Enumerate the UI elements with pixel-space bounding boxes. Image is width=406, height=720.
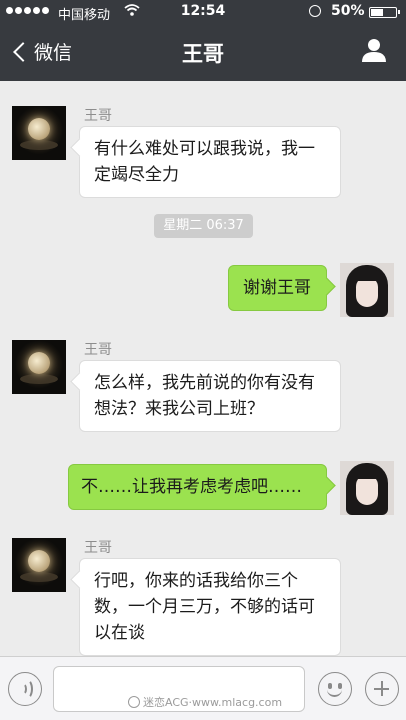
profile-icon[interactable]	[361, 37, 387, 63]
emoji-icon-mouth	[327, 687, 342, 697]
message-bubble-right[interactable]: 谢谢王哥	[228, 265, 327, 311]
sender-name: 王哥	[84, 342, 112, 358]
avatar-wang[interactable]	[12, 106, 66, 160]
nav-bar: 微信 王哥	[0, 24, 406, 81]
top-bar: 中国移动 12:54 50% 微信 王哥	[0, 0, 406, 81]
avatar-self[interactable]	[340, 263, 394, 317]
message-bubble-left[interactable]: 有什么难处可以跟我说，我一定竭尽全力	[79, 126, 341, 198]
avatar-wang[interactable]	[12, 538, 66, 592]
sender-name: 王哥	[84, 108, 112, 124]
emoji-button[interactable]	[318, 672, 352, 706]
chat-title: 王哥	[182, 42, 224, 66]
battery-percent: 50%	[331, 3, 365, 19]
avatar-wang[interactable]	[12, 340, 66, 394]
watermark: 迷恋ACG·www.mlacg.com	[128, 694, 282, 710]
message-list[interactable]: 王哥 有什么难处可以跟我说，我一定竭尽全力 星期二 06:37 谢谢王哥 王哥 …	[0, 81, 406, 656]
voice-icon-wave	[21, 679, 33, 699]
message-bubble-left[interactable]: 怎么样，我先前说的你有没有想法？来我公司上班？	[79, 360, 341, 432]
message-bubble-left[interactable]: 行吧，你来的话我给你三个数，一个月三万，不够的话可以在谈	[79, 558, 341, 656]
sender-name: 王哥	[84, 540, 112, 556]
battery-icon	[369, 7, 400, 18]
lock-rotation-icon	[309, 5, 321, 17]
paw-icon	[128, 696, 140, 708]
input-toolbar: 迷恋ACG·www.mlacg.com	[0, 656, 406, 720]
battery-fill	[371, 9, 383, 16]
voice-button[interactable]	[8, 672, 42, 706]
status-bar: 中国移动 12:54 50%	[0, 0, 406, 24]
avatar-self[interactable]	[340, 461, 394, 515]
message-bubble-right[interactable]: 不……让我再考虑考虑吧……	[68, 464, 327, 510]
watermark-text: 迷恋ACG·www.mlacg.com	[143, 696, 283, 709]
plus-button[interactable]	[365, 672, 399, 706]
timestamp-chip: 星期二 06:37	[154, 214, 253, 238]
